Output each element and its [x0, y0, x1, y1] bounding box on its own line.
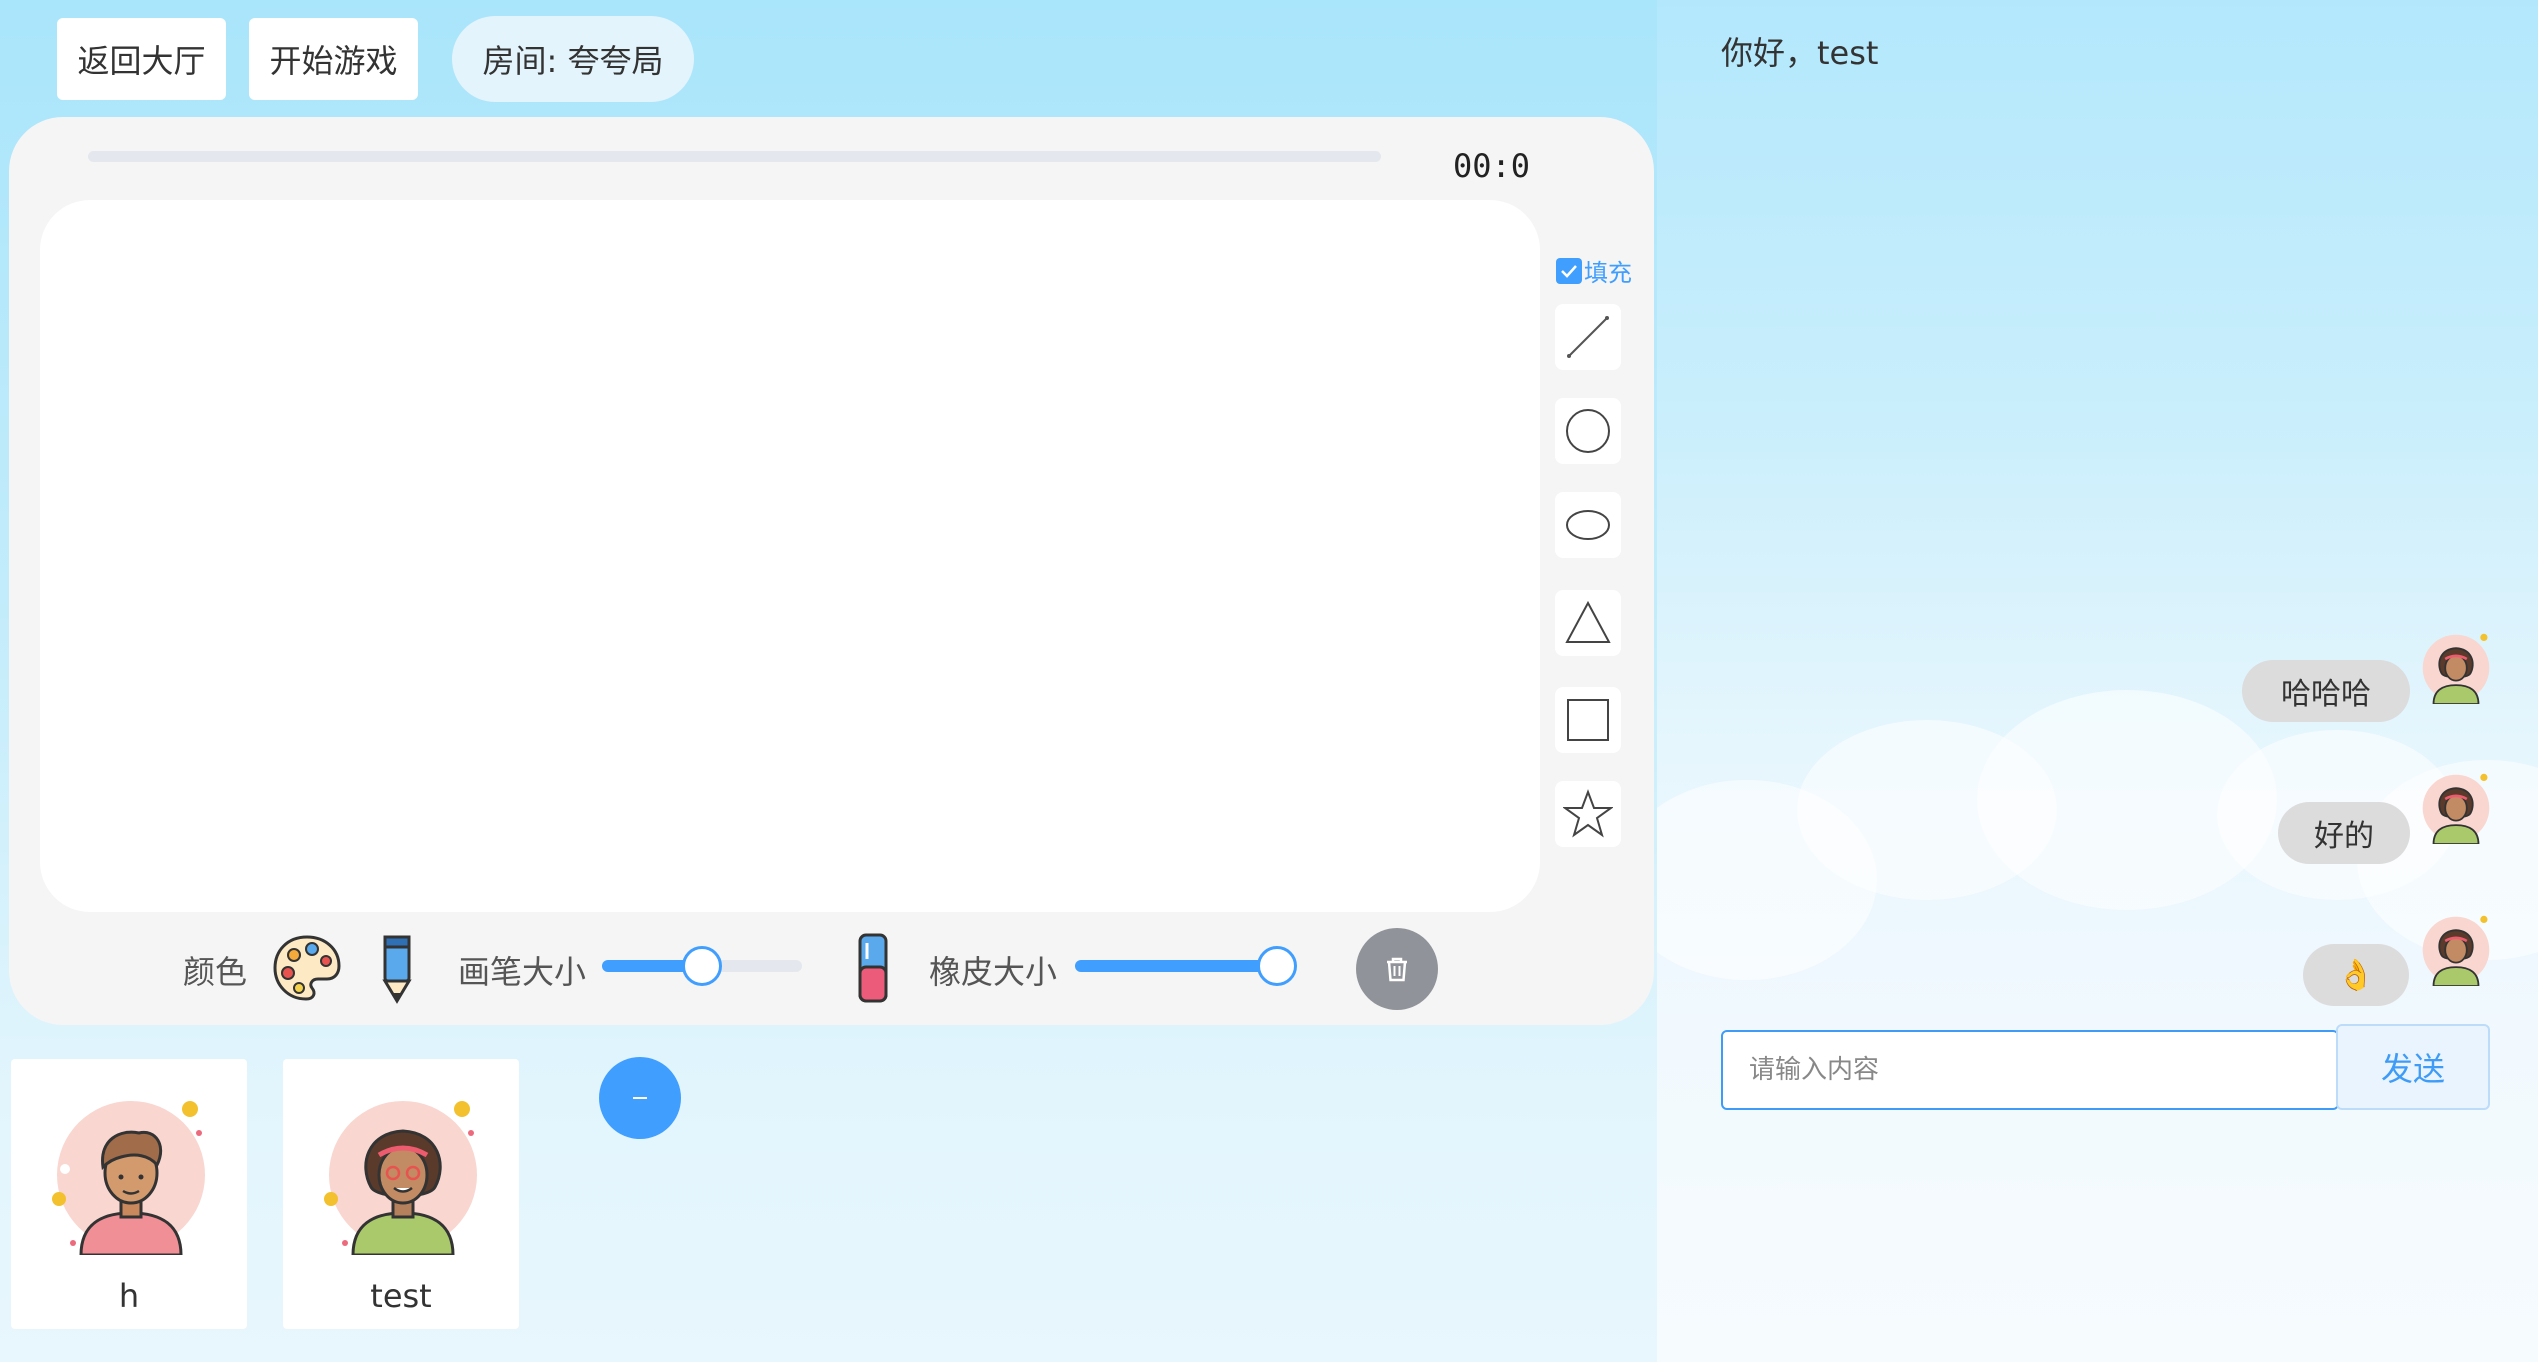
- chat-message-input[interactable]: [1721, 1030, 2339, 1110]
- eraser-tool-button[interactable]: [855, 931, 891, 1011]
- drawing-board: 00:0 填充 颜色 画笔大小 橡皮大小: [9, 117, 1654, 1025]
- ellipse-icon: [1566, 510, 1610, 540]
- color-label: 颜色: [183, 953, 248, 991]
- ellipse-tool-button[interactable]: [1555, 492, 1621, 558]
- drawing-canvas[interactable]: [40, 200, 1540, 912]
- eraser-icon: [858, 933, 888, 1003]
- fill-label: 填充: [1584, 259, 1632, 287]
- triangle-icon: [1565, 600, 1611, 643]
- chat-message: 👌: [2303, 944, 2409, 1006]
- line-tool-button[interactable]: [1555, 304, 1621, 370]
- triangle-tool-button[interactable]: [1555, 590, 1621, 656]
- rectangle-tool-button[interactable]: [1555, 687, 1621, 753]
- eraser-size-label: 橡皮大小: [929, 953, 1058, 991]
- eraser-size-slider-thumb[interactable]: [1257, 946, 1297, 986]
- star-icon: [1563, 789, 1613, 838]
- pencil-icon: [382, 935, 412, 1004]
- back-to-lobby-button[interactable]: 返回大厅: [57, 18, 226, 100]
- clear-canvas-button[interactable]: [1356, 928, 1438, 1010]
- star-tool-button[interactable]: [1555, 781, 1621, 847]
- collapse-button[interactable]: [599, 1057, 681, 1139]
- start-game-button[interactable]: 开始游戏: [249, 18, 418, 100]
- checkmark-icon: [1556, 257, 1582, 284]
- chat-message: 好的: [2278, 802, 2410, 864]
- minus-icon: [633, 1097, 647, 1099]
- send-button[interactable]: 发送: [2336, 1024, 2490, 1110]
- pencil-tool-button[interactable]: [377, 931, 417, 1009]
- circle-icon: [1566, 409, 1610, 453]
- palette-icon: [273, 935, 341, 1001]
- circle-tool-button[interactable]: [1555, 398, 1621, 464]
- countdown-timer: 00:0: [1453, 147, 1531, 185]
- eraser-size-slider[interactable]: [1075, 946, 1297, 986]
- trash-icon: [1387, 957, 1407, 982]
- male-avatar-icon: [52, 1101, 205, 1255]
- brush-size-label: 画笔大小: [458, 953, 587, 991]
- female-avatar-icon: [2422, 633, 2490, 704]
- brush-size-slider[interactable]: [602, 946, 802, 986]
- chat-panel: 你好，test 哈哈哈 好的 👌 发送: [1657, 0, 2538, 1362]
- color-palette-button[interactable]: [272, 933, 342, 1007]
- female-avatar-icon: [324, 1101, 477, 1255]
- player-card: h: [11, 1059, 247, 1329]
- timer-progress-bar: [88, 151, 1381, 162]
- greeting-text: 你好，test: [1721, 34, 1879, 72]
- brush-size-slider-thumb[interactable]: [682, 946, 722, 986]
- chat-message: 哈哈哈: [2242, 660, 2410, 722]
- room-label: 房间: 夸夸局: [452, 16, 694, 102]
- player-name: h: [118, 1277, 140, 1315]
- square-icon: [1567, 699, 1609, 741]
- eraser-size-slider-fill: [1075, 960, 1277, 972]
- female-avatar-icon: [2422, 915, 2490, 986]
- line-icon: [1567, 316, 1609, 358]
- fill-checkbox[interactable]: 填充: [1556, 253, 1632, 288]
- female-avatar-icon: [2422, 773, 2490, 844]
- player-name: test: [370, 1277, 432, 1315]
- player-card: test: [283, 1059, 519, 1329]
